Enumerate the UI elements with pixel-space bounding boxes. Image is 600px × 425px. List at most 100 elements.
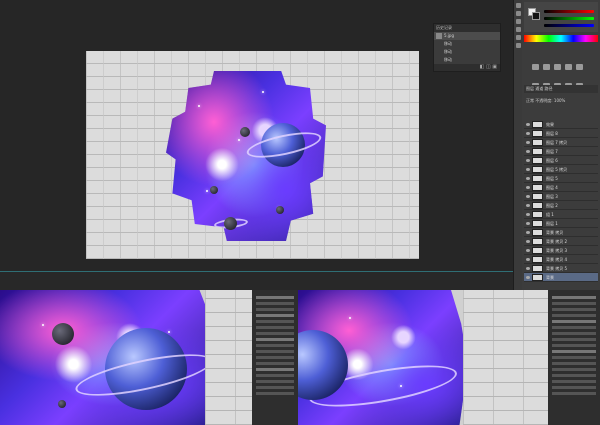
layer-row[interactable]: 图层 7 拷贝 xyxy=(524,138,598,147)
layer-thumbnail xyxy=(532,175,543,182)
layer-name: 图层 1 xyxy=(546,221,558,226)
color-slider-r[interactable] xyxy=(544,10,594,13)
layers-list[interactable]: 效果图层 8 图层 7 拷贝 图层 7 图层 6 图层 5 拷贝图层 5 图层 4 图层 3… xyxy=(524,120,598,288)
brick-wall xyxy=(463,290,548,425)
layer-name: 组 1 xyxy=(546,212,554,217)
window-divider xyxy=(0,271,513,272)
eye-icon[interactable] xyxy=(526,222,530,225)
eye-icon[interactable] xyxy=(526,267,530,270)
brick-wall xyxy=(205,290,252,425)
panel-toggle-icon[interactable] xyxy=(515,19,521,24)
layer-name: 背景 拷贝 xyxy=(546,230,564,235)
layer-thumbnail xyxy=(532,193,543,200)
history-panel[interactable]: 历史记录 5.jpg 移动 移动 移动 ◧ ◫ ▣ xyxy=(433,23,501,72)
layer-row[interactable]: 背景 拷贝 xyxy=(524,228,598,237)
layer-row[interactable]: 图层 5 xyxy=(524,174,598,183)
panel-screenshot xyxy=(252,290,298,425)
layer-row[interactable]: 效果 xyxy=(524,120,598,129)
history-item[interactable]: 移动 xyxy=(434,48,500,56)
eye-icon[interactable] xyxy=(526,132,530,135)
layer-row[interactable]: 图层 1 xyxy=(524,219,598,228)
layer-row[interactable]: 图层 2 xyxy=(524,201,598,210)
history-item[interactable]: 移动 xyxy=(434,40,500,48)
layer-row[interactable]: 背景 拷贝 4 xyxy=(524,255,598,264)
eye-icon[interactable] xyxy=(526,276,530,279)
layer-row[interactable]: 背景 拷贝 2 xyxy=(524,237,598,246)
panel-toggle-icon[interactable] xyxy=(515,3,521,8)
adjustment-icon[interactable] xyxy=(554,64,561,70)
panel-icon-strip[interactable] xyxy=(513,0,522,290)
canvas-area[interactable]: 历史记录 5.jpg 移动 移动 移动 ◧ ◫ ▣ xyxy=(0,0,513,272)
eye-icon[interactable] xyxy=(526,213,530,216)
history-item[interactable]: 移动 xyxy=(434,56,500,64)
layer-name: 背景 拷贝 4 xyxy=(546,257,568,262)
opacity-field[interactable]: 不透明度: 100% xyxy=(535,98,565,103)
layer-name: 图层 5 拷贝 xyxy=(546,167,568,172)
layer-name: 图层 7 拷贝 xyxy=(546,140,568,145)
eye-icon[interactable] xyxy=(526,141,530,144)
layer-thumbnail xyxy=(532,139,543,146)
layer-thumbnail xyxy=(532,130,543,137)
screenshot-collage xyxy=(0,290,600,425)
history-snapshot[interactable]: 5.jpg xyxy=(434,32,500,40)
layer-row[interactable]: 组 1 xyxy=(524,210,598,219)
color-panel[interactable] xyxy=(524,2,598,32)
layer-name: 背景 xyxy=(546,275,554,280)
right-panels: 图层 通道 路径 正常 不透明度: 100% 效果图层 8 图层 7 拷贝 图层 7… xyxy=(522,0,600,290)
color-slider-g[interactable] xyxy=(544,17,594,20)
eye-icon[interactable] xyxy=(526,204,530,207)
eye-icon[interactable] xyxy=(526,150,530,153)
layer-row[interactable]: 图层 3 xyxy=(524,192,598,201)
color-spectrum-icon[interactable] xyxy=(524,35,598,42)
eye-icon[interactable] xyxy=(526,159,530,162)
eye-icon[interactable] xyxy=(526,258,530,261)
panel-toggle-icon[interactable] xyxy=(515,35,521,40)
layer-row[interactable]: 图层 8 xyxy=(524,129,598,138)
background-swatch-icon[interactable] xyxy=(532,12,540,20)
adjustment-icon[interactable] xyxy=(576,64,583,70)
layer-row[interactable]: 图层 5 拷贝 xyxy=(524,165,598,174)
photoshop-window: 历史记录 5.jpg 移动 移动 移动 ◧ ◫ ▣ 图层 通道 路径 正常 不透… xyxy=(0,0,600,290)
eye-icon[interactable] xyxy=(526,231,530,234)
layer-row[interactable]: 图层 6 xyxy=(524,156,598,165)
space-hole xyxy=(298,290,468,425)
eye-icon[interactable] xyxy=(526,240,530,243)
eye-icon[interactable] xyxy=(526,186,530,189)
eye-icon[interactable] xyxy=(526,123,530,126)
eye-icon[interactable] xyxy=(526,249,530,252)
color-slider-b[interactable] xyxy=(544,24,594,27)
layer-thumbnail xyxy=(532,184,543,191)
blend-mode-select[interactable]: 正常 xyxy=(526,98,534,103)
layer-row[interactable]: 背景 拷贝 3 xyxy=(524,246,598,255)
document-canvas[interactable] xyxy=(86,51,419,259)
layer-row[interactable]: 图层 4 xyxy=(524,183,598,192)
panel-toggle-icon[interactable] xyxy=(515,27,521,32)
layer-thumbnail xyxy=(532,202,543,209)
layers-panel-tabs[interactable]: 图层 通道 路径 xyxy=(524,85,598,93)
layer-row[interactable]: 背景 xyxy=(524,273,598,282)
eye-icon[interactable] xyxy=(526,195,530,198)
layer-name: 效果 xyxy=(546,122,554,127)
adjustment-icon[interactable] xyxy=(543,64,550,70)
eye-icon[interactable] xyxy=(526,177,530,180)
layer-row[interactable]: 图层 7 xyxy=(524,147,598,156)
moon xyxy=(240,127,250,137)
panel-toggle-icon[interactable] xyxy=(515,43,521,48)
eye-icon[interactable] xyxy=(526,168,530,171)
layer-name: 背景 拷贝 2 xyxy=(546,239,568,244)
small-planet xyxy=(224,217,237,230)
adjustment-icon[interactable] xyxy=(532,64,539,70)
moon xyxy=(52,323,74,345)
moon xyxy=(276,206,284,214)
layer-thumbnail xyxy=(532,265,543,272)
layer-name: 背景 拷贝 5 xyxy=(546,266,568,271)
layer-name: 图层 7 xyxy=(546,149,558,154)
layer-row[interactable]: 背景 拷贝 5 xyxy=(524,264,598,273)
layer-thumbnail xyxy=(532,121,543,128)
adjustment-icon[interactable] xyxy=(565,64,572,70)
layer-thumbnail xyxy=(532,247,543,254)
layer-name: 图层 3 xyxy=(546,194,558,199)
history-footer-icons[interactable]: ◧ ◫ ▣ xyxy=(434,64,500,71)
panel-toggle-icon[interactable] xyxy=(515,11,521,16)
blend-mode-row[interactable]: 正常 不透明度: 100% xyxy=(524,97,598,105)
